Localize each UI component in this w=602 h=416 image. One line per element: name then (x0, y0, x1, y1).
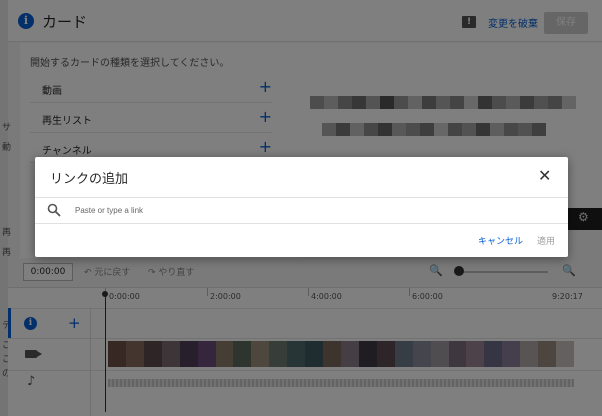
search-icon (47, 203, 61, 217)
link-input[interactable] (75, 201, 525, 219)
divider (35, 197, 568, 198)
apply-button[interactable]: 適用 (537, 234, 555, 247)
cancel-button[interactable]: キャンセル (478, 234, 523, 247)
close-icon[interactable]: ✕ (538, 166, 551, 185)
dialog-title: リンクの追加 (50, 172, 129, 187)
add-link-dialog: リンクの追加 ✕ キャンセル 適用 (35, 157, 568, 257)
divider (35, 223, 568, 224)
